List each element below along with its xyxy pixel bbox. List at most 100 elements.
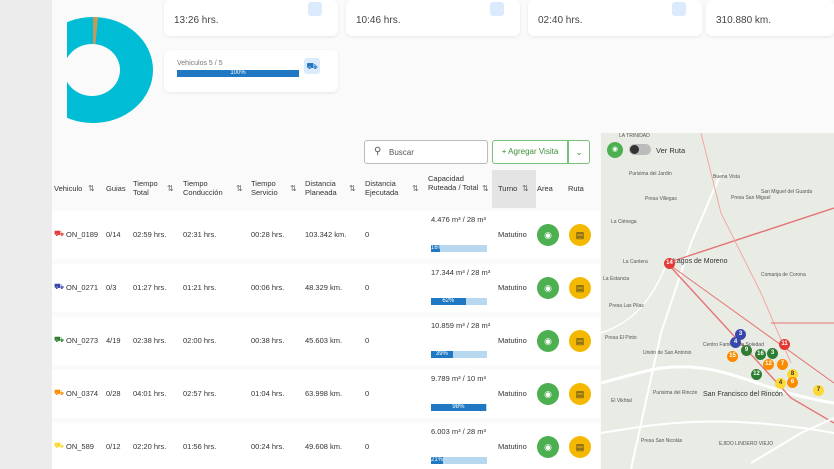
map-pin-icon[interactable]: ◉ — [607, 142, 623, 158]
cell-conduccion: 01:21 hrs. — [183, 283, 217, 292]
cell-guias: 4/19 — [106, 336, 121, 345]
map-marker[interactable]: 9 — [741, 345, 752, 356]
cell-capacidad: 9.789 m³ / 10 m³ — [431, 374, 487, 383]
place-label: Buena Vista — [713, 174, 740, 180]
search-input[interactable]: ⚲ Buscar — [364, 140, 488, 164]
vehicles-card: Vehiculos 5 / 5 100% ⛟ — [164, 50, 338, 92]
header-tiempo-total[interactable]: Tiempo Total — [133, 179, 167, 197]
cell-planeada: 48.329 km. — [305, 283, 343, 292]
place-label: EJIDO LINDERO VIEJO — [719, 441, 774, 447]
header-distancia-planeada[interactable]: Distancia Planeada — [305, 179, 345, 197]
sort-icon[interactable]: ⇅ — [88, 184, 95, 193]
table-row[interactable]: ⛟ ON_0271 0/3 01:27 hrs. 01:21 hrs. 00:0… — [52, 264, 600, 312]
sort-icon[interactable]: ⇅ — [167, 184, 174, 193]
cell-capacidad: 17.344 m³ / 28 m³ — [431, 268, 491, 277]
vehicles-label: Vehiculos 5 / 5 — [177, 60, 223, 67]
cell-guias: 0/3 — [106, 283, 117, 292]
map-marker[interactable]: 7 — [777, 359, 788, 370]
map-marker[interactable]: 6 — [787, 377, 798, 388]
table-row[interactable]: ⛟ ON_0374 0/28 04:01 hrs. 02:57 hrs. 01:… — [52, 370, 600, 418]
search-icon: ⚲ — [374, 146, 382, 157]
table-row[interactable]: ⛟ ON_589 0/12 02:20 hrs. 01:56 hrs. 00:2… — [52, 423, 600, 469]
route-map-icon[interactable]: ▤ — [569, 277, 591, 299]
route-map-icon[interactable]: ▤ — [569, 330, 591, 352]
cell-guias: 0/28 — [106, 389, 121, 398]
sort-icon[interactable]: ⇅ — [412, 184, 419, 193]
header-distancia-ejecutada[interactable]: Distancia Ejecutada — [365, 179, 405, 197]
header-area: Area — [537, 184, 553, 193]
place-label: Comanja de Corona — [761, 272, 806, 278]
car-icon: ⛟ — [54, 441, 65, 450]
route-toggle[interactable] — [629, 144, 651, 155]
sort-icon[interactable]: ⇅ — [482, 184, 489, 193]
add-visit-button[interactable]: + Agregar Visita — [492, 140, 568, 164]
header-vehiculo[interactable]: Vehiculo — [54, 184, 82, 193]
place-label: El Vikhtal — [611, 398, 632, 404]
cell-conduccion: 02:31 hrs. — [183, 230, 217, 239]
clock-icon — [490, 2, 504, 16]
header-ruta: Ruta — [568, 184, 584, 193]
place-label: Presa Las Pilas — [609, 303, 644, 309]
header-turno[interactable]: Turno — [498, 184, 517, 193]
map-marker[interactable]: 15 — [727, 351, 738, 362]
map-roads — [601, 133, 834, 469]
header-capacidad[interactable]: Capacidad Ruteada / Total — [428, 174, 482, 192]
place-label: Presa San Miguel — [731, 195, 771, 201]
map-marker[interactable]: 11 — [779, 339, 790, 350]
table-row[interactable]: ⛟ ON_0273 4/19 02:38 hrs. 02:00 hrs. 00:… — [52, 317, 600, 365]
route-map-icon[interactable]: ▤ — [569, 224, 591, 246]
capacity-fill: 16% — [431, 245, 440, 252]
route-toggle-label: Ver Ruta — [656, 146, 686, 155]
cell-guias: 0/14 — [106, 230, 121, 239]
stat-card-4: 310.880 km. — [706, 0, 834, 36]
search-placeholder: Buscar — [389, 148, 414, 157]
car-icon: ⛟ — [54, 335, 65, 344]
sort-icon[interactable]: ⇅ — [236, 184, 243, 193]
map-pin-icon[interactable]: ◉ — [537, 383, 559, 405]
map-marker[interactable]: 3 — [767, 348, 778, 359]
stat-value: 13:26 hrs. — [174, 15, 219, 26]
capacity-bar: 16% — [431, 245, 487, 252]
route-map-icon[interactable]: ▤ — [569, 436, 591, 458]
header-tiempo-conduccion[interactable]: Tiempo Conducción — [183, 179, 227, 197]
city-label: San Francisco del Rincón — [703, 391, 783, 398]
table-header: Vehiculo ⇅ Guias Tiempo Total ⇅ Tiempo C… — [52, 170, 600, 208]
map-marker[interactable]: 16 — [755, 349, 766, 360]
map-marker[interactable]: 12 — [751, 369, 762, 380]
header-tiempo-servicio[interactable]: Tiempo Servicio — [251, 179, 285, 197]
donut-chart — [67, 17, 155, 123]
route-map-icon[interactable]: ▤ — [569, 383, 591, 405]
donut-ring — [67, 17, 153, 123]
map-pin-icon[interactable]: ◉ — [537, 224, 559, 246]
sort-icon[interactable]: ⇅ — [349, 184, 356, 193]
cell-total: 02:20 hrs. — [133, 442, 167, 451]
map-marker[interactable]: 4 — [775, 378, 786, 389]
capacity-bar: 98% — [431, 404, 487, 411]
header-guias[interactable]: Guias — [106, 184, 126, 193]
cell-total: 04:01 hrs. — [133, 389, 167, 398]
car-icon: ⛟ — [54, 388, 65, 397]
route-map[interactable]: ◉ Ver Ruta LA TRINIDAD Purisima del Jard… — [601, 133, 834, 469]
cell-vehicle: ON_0189 — [66, 230, 99, 239]
map-pin-icon[interactable]: ◉ — [537, 330, 559, 352]
capacity-bar: 62% — [431, 298, 487, 305]
map-marker[interactable]: 14 — [664, 258, 675, 269]
cell-conduccion: 01:56 hrs. — [183, 442, 217, 451]
cell-servicio: 01:04 hrs. — [251, 389, 285, 398]
sort-icon[interactable]: ⇅ — [522, 184, 529, 193]
cell-conduccion: 02:00 hrs. — [183, 336, 217, 345]
map-marker[interactable]: 12 — [763, 359, 774, 370]
cell-planeada: 103.342 km. — [305, 230, 347, 239]
map-pin-icon[interactable]: ◉ — [537, 277, 559, 299]
chevron-down-icon[interactable]: ⌄ — [568, 140, 590, 164]
map-pin-icon[interactable]: ◉ — [537, 436, 559, 458]
table-row[interactable]: ⛟ ON_0189 0/14 02:59 hrs. 02:31 hrs. 00:… — [52, 211, 600, 259]
capacity-fill: 62% — [431, 298, 466, 305]
map-marker[interactable]: 4 — [730, 337, 741, 348]
map-marker[interactable]: 7 — [813, 385, 824, 396]
sort-icon[interactable]: ⇅ — [290, 184, 297, 193]
place-label: San Miguel del Guarda — [761, 189, 813, 195]
cell-turno: Matutino — [498, 283, 527, 292]
cell-vehicle: ON_589 — [66, 442, 94, 451]
cell-total: 02:59 hrs. — [133, 230, 167, 239]
